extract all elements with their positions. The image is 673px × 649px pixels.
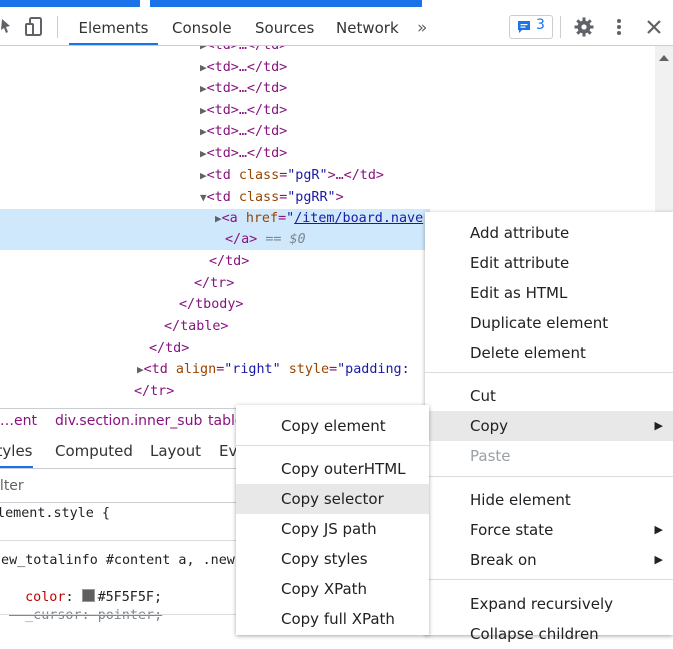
menu-item-copy-full-xpath[interactable]: Copy full XPath	[236, 604, 429, 634]
menu-separator	[425, 372, 673, 373]
dom-node[interactable]: ▶<td>…</td>	[200, 143, 655, 164]
menu-item-add-attribute[interactable]: Add attribute	[425, 218, 673, 248]
dom-node[interactable]: ▶<td class="pgR">…</td>	[200, 165, 655, 186]
breadcrumb: …ent div.section.inner_sub table	[0, 408, 240, 433]
expand-triangle-icon[interactable]: ▶	[200, 125, 207, 138]
menu-item-edit-attribute[interactable]: Edit attribute	[425, 248, 673, 278]
sidebar-tabs: Styles Computed Layout Event Listeners	[0, 432, 240, 469]
menu-separator	[236, 445, 429, 446]
scroll-up-arrow-icon[interactable]	[659, 54, 669, 61]
submenu-arrow-icon: ▶	[654, 419, 663, 432]
submenu-arrow-icon: ▶	[654, 523, 663, 536]
menu-item-force-state[interactable]: Force state ▶	[425, 515, 673, 545]
expand-triangle-icon[interactable]: ▶	[200, 169, 207, 182]
href-link[interactable]: /item/board.nave	[294, 211, 423, 226]
menu-item-edit-as-html[interactable]: Edit as HTML	[425, 278, 673, 308]
expand-triangle-icon[interactable]: ▶	[215, 212, 222, 225]
toolbar-divider	[57, 16, 58, 38]
styles-filter-input[interactable]: Filter	[0, 470, 240, 503]
menu-item-copy-selector[interactable]: Copy selector	[236, 484, 429, 514]
toolbar-divider	[560, 16, 561, 38]
dom-node[interactable]: ▶<td>…</td>	[200, 46, 655, 56]
menu-item-paste: Paste	[470, 447, 511, 465]
more-tabs-button[interactable]: »	[417, 7, 427, 45]
device-toolbar-icon[interactable]	[25, 17, 45, 37]
rule-divider	[0, 540, 240, 541]
css-value: pointer;	[97, 608, 163, 623]
menu-separator	[425, 579, 673, 580]
tab-computed[interactable]: Computed	[55, 432, 133, 468]
dom-node[interactable]: ▶<td>…</td>	[200, 57, 655, 78]
menu-item-collapse-children[interactable]: Collapse children	[425, 619, 673, 649]
menu-item-copy[interactable]: Copy ▶	[425, 411, 673, 441]
collapse-triangle-icon[interactable]: ▼	[200, 191, 207, 204]
menu-item-duplicate-element[interactable]: Duplicate element	[425, 308, 673, 338]
menu-item-copy-xpath[interactable]: Copy XPath	[236, 574, 429, 604]
css-property: _cursor	[25, 608, 82, 623]
menu-item-copy-element[interactable]: Copy element	[236, 411, 429, 441]
menu-item-copy-outerhtml[interactable]: Copy outerHTML	[236, 454, 429, 484]
dom-node[interactable]: ▶<td>…</td>	[200, 78, 655, 99]
copy-submenu: Copy element Copy outerHTML Copy selecto…	[236, 405, 429, 635]
expand-triangle-icon[interactable]: ▶	[200, 104, 207, 117]
dom-node[interactable]: ▶<td>…</td>	[200, 121, 655, 142]
menu-item-expand-recursively[interactable]: Expand recursively	[425, 589, 673, 619]
expand-triangle-icon[interactable]: ▶	[200, 61, 207, 74]
menu-item-break-on[interactable]: Break on ▶	[425, 545, 673, 575]
browser-top-strip	[0, 0, 673, 7]
filter-placeholder: Filter	[0, 478, 24, 494]
dom-node[interactable]: ▶<td align="right" style="padding:	[137, 359, 427, 380]
devtools-toolbar: Elements Console Sources Network » 3	[0, 7, 673, 46]
dom-node-selected[interactable]: ▶<a href="/item/board.nave	[215, 208, 430, 229]
issues-badge[interactable]: 3	[509, 15, 553, 39]
submenu-arrow-icon: ▶	[654, 553, 663, 566]
tab-console[interactable]: Console	[172, 7, 232, 45]
menu-item-copy-styles[interactable]: Copy styles	[236, 544, 429, 574]
expand-triangle-icon[interactable]: ▶	[200, 46, 207, 52]
menu-item-hide-element[interactable]: Hide element	[425, 485, 673, 515]
dom-node[interactable]: ▶<td>…</td>	[200, 100, 655, 121]
expand-triangle-icon[interactable]: ▶	[137, 363, 144, 376]
tab-network[interactable]: Network	[336, 7, 399, 45]
breadcrumb-item[interactable]: …ent	[0, 409, 37, 433]
css-declaration-cursor[interactable]: _cursor: pointer;	[9, 593, 162, 623]
breadcrumb-item[interactable]: div.section.inner_sub	[55, 409, 202, 433]
menu-item-delete-element[interactable]: Delete element	[425, 338, 673, 368]
tab-elements[interactable]: Elements	[69, 7, 158, 45]
menu-separator	[425, 476, 673, 477]
dom-node-expanded[interactable]: ▼<td class="pgRR">	[200, 187, 655, 208]
menu-item-copy-js-path[interactable]: Copy JS path	[236, 514, 429, 544]
expand-triangle-icon[interactable]: ▶	[200, 147, 207, 160]
expand-triangle-icon[interactable]: ▶	[200, 82, 207, 95]
rule-divider	[0, 614, 240, 615]
message-icon	[518, 21, 530, 33]
tab-layout[interactable]: Layout	[150, 432, 201, 468]
more-options-icon[interactable]	[614, 17, 624, 37]
menu-item-cut[interactable]: Cut	[425, 381, 673, 411]
context-menu: Add attribute Edit attribute Edit as HTM…	[425, 212, 673, 643]
tab-styles[interactable]: Styles	[0, 432, 33, 468]
scrollbar-thumb[interactable]	[655, 46, 673, 212]
tab-sources[interactable]: Sources	[255, 7, 314, 45]
element-style-rule[interactable]: element.style {	[0, 506, 110, 521]
issues-count: 3	[536, 17, 545, 33]
inspect-element-icon[interactable]	[0, 17, 14, 35]
css-selector[interactable]: new_totalinfo #content a, .new	[0, 553, 240, 568]
browser-tab-accent	[0, 0, 140, 7]
settings-gear-icon[interactable]	[574, 17, 594, 37]
browser-tab-accent	[150, 0, 422, 7]
close-devtools-icon[interactable]	[646, 19, 662, 35]
